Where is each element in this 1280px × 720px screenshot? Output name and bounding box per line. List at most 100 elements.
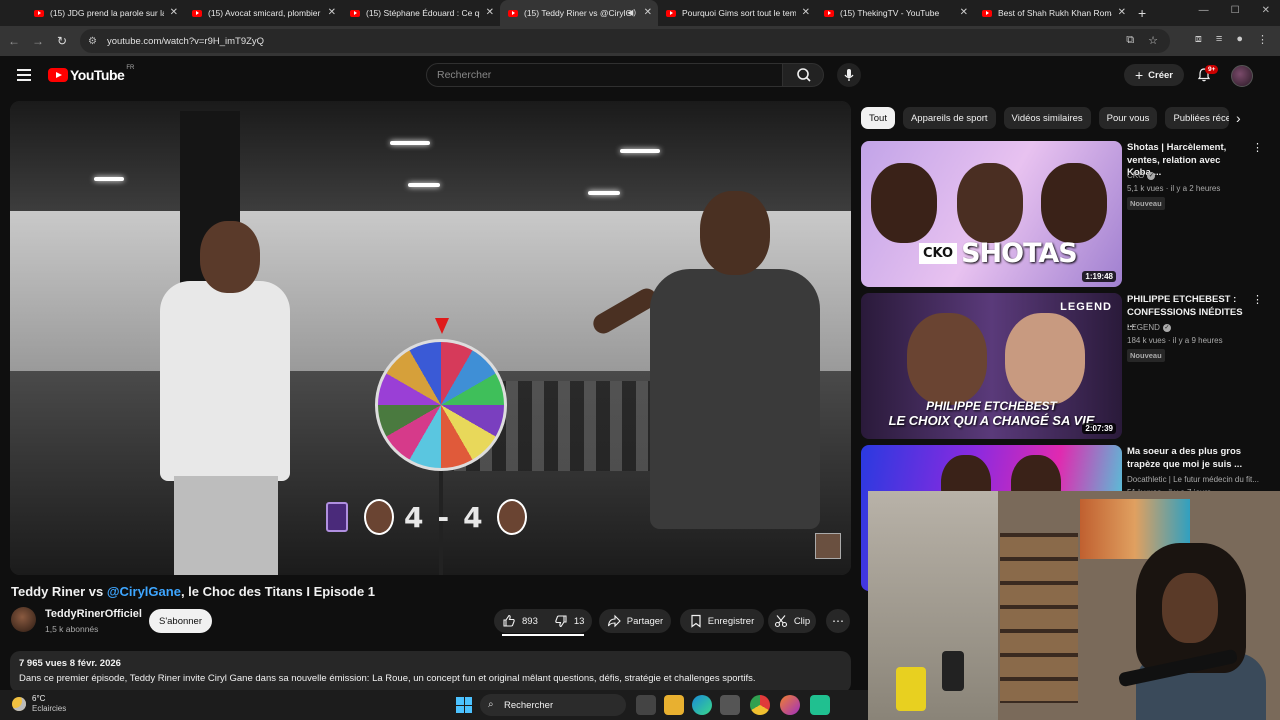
thumbnail-caption: PHILIPPE ETCHEBEST [926, 399, 1057, 413]
thumbnail-word: SHOTAS [961, 237, 1078, 269]
weather-widget[interactable]: 6°C Eclaircies [12, 694, 66, 714]
menu-icon[interactable] [17, 69, 31, 81]
share-button[interactable]: Partager [599, 609, 671, 633]
address-bar[interactable]: ⚙ youtube.com/watch?v=r9H_imT9ZyQ ⧉ ☆ [80, 29, 1170, 53]
account-avatar[interactable] [1231, 65, 1253, 87]
create-label: Créer [1148, 69, 1173, 81]
youtube-favicon-icon [350, 9, 360, 17]
browser-tab[interactable]: (15) Avocat smicard, plombier à ✕ [184, 0, 342, 26]
wheel-pointer [435, 318, 449, 334]
back-icon[interactable]: ← [2, 34, 26, 48]
speaker-icon[interactable]: ◀) [627, 8, 636, 17]
recommendation-channel[interactable]: LEGEND ✓ [1127, 323, 1171, 332]
recommendation-item[interactable]: LEGEND PHILIPPE ETCHEBEST LE CHOIX QUI A… [861, 293, 1263, 439]
title-mention-link[interactable]: @CirylGane [107, 584, 181, 599]
close-tab-icon[interactable]: ✕ [1118, 7, 1126, 18]
close-tab-icon[interactable]: ✕ [486, 7, 494, 18]
tab-title: (15) Stéphane Édouard : Ce qu [366, 8, 480, 18]
close-window-icon[interactable]: ✕ [1262, 5, 1270, 16]
forward-icon[interactable]: → [26, 34, 50, 48]
clip-button[interactable]: Clip [768, 609, 816, 633]
save-label: Enregistrer [707, 615, 755, 627]
verified-icon: ✓ [1147, 171, 1156, 180]
search-input[interactable]: Rechercher [426, 63, 783, 87]
voice-search-button[interactable] [837, 63, 861, 87]
chevron-right-icon[interactable]: › [1236, 110, 1241, 126]
player-left-avatar [364, 499, 394, 535]
save-button[interactable]: Enregistrer [680, 609, 764, 633]
browser-tab[interactable]: (15) ThekingTV - YouTube ✕ [816, 0, 974, 26]
screen: (15) JDG prend la parole sur la ✕ (15) A… [0, 0, 1280, 720]
view-count-date: 7 965 vues 8 févr. 2026 [19, 658, 121, 669]
close-tab-icon[interactable]: ✕ [644, 7, 652, 18]
bookmark-star-icon[interactable]: ☆ [1148, 34, 1158, 47]
browser-tab[interactable]: (15) JDG prend la parole sur la ✕ [26, 0, 184, 26]
browser-tab[interactable]: Pourquoi Gims sort tout le tem ✕ [658, 0, 816, 26]
video-title: Teddy Riner vs @CirylGane, le Choc des T… [11, 584, 375, 599]
youtube-favicon-icon [34, 9, 44, 17]
like-button[interactable]: 893 [494, 609, 546, 633]
recommendation-channel[interactable]: Docathletic | Le futur médecin du fit... [1127, 475, 1259, 484]
clip-label: Clip [793, 615, 811, 627]
edge-icon[interactable] [692, 695, 712, 715]
windows-start-icon[interactable] [456, 697, 472, 713]
cast-icon[interactable]: ⧉ [1126, 34, 1134, 47]
bookmark-icon [691, 614, 701, 628]
more-actions-button[interactable]: ⋯ [826, 609, 850, 633]
dislike-button[interactable]: 13 [546, 609, 593, 633]
chip-sport-equipment[interactable]: Appareils de sport [902, 107, 996, 129]
browser-tab[interactable]: (15) Stéphane Édouard : Ce qu ✕ [342, 0, 500, 26]
close-tab-icon[interactable]: ✕ [960, 7, 968, 18]
webcam-wall [868, 491, 998, 720]
browser-tab[interactable]: Best of Shah Rukh Khan Roman ✕ [974, 0, 1132, 26]
profile-icon[interactable]: ● [1236, 33, 1243, 46]
description-box[interactable]: 7 965 vues 8 févr. 2026 Dans ce premier … [10, 651, 851, 693]
site-info-icon[interactable]: ⚙ [88, 36, 97, 47]
extensions-icon[interactable]: ⧈ [1195, 33, 1202, 46]
score-separator: - [437, 500, 454, 534]
maximize-icon[interactable]: ☐ [1231, 5, 1240, 16]
reload-icon[interactable]: ↻ [50, 34, 74, 48]
browser-tab-active[interactable]: (15) Teddy Riner vs @CirylG ◀) ✕ [500, 0, 658, 26]
youtube-logo[interactable]: YouTube FR [48, 65, 134, 83]
chip-similar-videos[interactable]: Vidéos similaires [1003, 107, 1091, 129]
new-tab-button[interactable]: + [1138, 5, 1146, 21]
chip-for-you[interactable]: Pour vous [1098, 107, 1158, 129]
share-label: Partager [626, 615, 664, 627]
create-button[interactable]: + Créer [1124, 64, 1184, 86]
windows-taskbar: 6°C Eclaircies ⌕ Rechercher [0, 690, 868, 720]
app-icon[interactable] [810, 695, 830, 715]
task-view-icon[interactable] [636, 695, 656, 715]
firefox-icon[interactable] [780, 695, 800, 715]
minimize-icon[interactable]: — [1199, 5, 1209, 16]
subscribe-button[interactable]: S'abonner [149, 609, 212, 633]
search-button[interactable] [782, 63, 824, 87]
chip-all[interactable]: Tout [861, 107, 895, 129]
youtube-play-icon [48, 68, 68, 82]
channel-avatar[interactable] [11, 607, 36, 632]
channel-name[interactable]: TeddyRinerOfficiel [45, 608, 142, 620]
chip-recently-published[interactable]: Publiées récem [1165, 107, 1230, 129]
video-player[interactable]: 4 - 4 [10, 101, 851, 575]
like-dislike-group: 893 13 [494, 609, 593, 636]
more-options-icon[interactable]: ⋮ [1252, 141, 1263, 154]
more-options-icon[interactable]: ⋮ [1252, 293, 1263, 306]
close-tab-icon[interactable]: ✕ [170, 7, 178, 18]
plus-icon: + [1134, 67, 1144, 83]
channel-name: CKO [1127, 171, 1145, 180]
video-thumbnail[interactable]: CKO SHOTAS 1:19:48 [861, 141, 1122, 287]
recommendation-item[interactable]: CKO SHOTAS 1:19:48 Shotas | Harcèlement,… [861, 141, 1263, 287]
close-tab-icon[interactable]: ✕ [328, 7, 336, 18]
browser-menu-icon[interactable]: ⋮ [1257, 33, 1268, 46]
taskbar-search[interactable]: ⌕ Rechercher [480, 694, 626, 716]
close-tab-icon[interactable]: ✕ [802, 7, 810, 18]
recommendation-channel[interactable]: CKO ✓ [1127, 171, 1156, 180]
video-thumbnail[interactable]: LEGEND PHILIPPE ETCHEBEST LE CHOIX QUI A… [861, 293, 1122, 439]
recommendation-title[interactable]: Ma soeur a des plus gros trapèze que moi… [1127, 446, 1251, 471]
new-badge: Nouveau [1127, 197, 1165, 210]
chrome-icon[interactable] [750, 695, 770, 715]
media-controls-icon[interactable]: ≡ [1216, 33, 1222, 46]
file-explorer-icon[interactable] [664, 695, 684, 715]
store-icon[interactable] [720, 695, 740, 715]
thumbnail-person [1041, 163, 1107, 243]
